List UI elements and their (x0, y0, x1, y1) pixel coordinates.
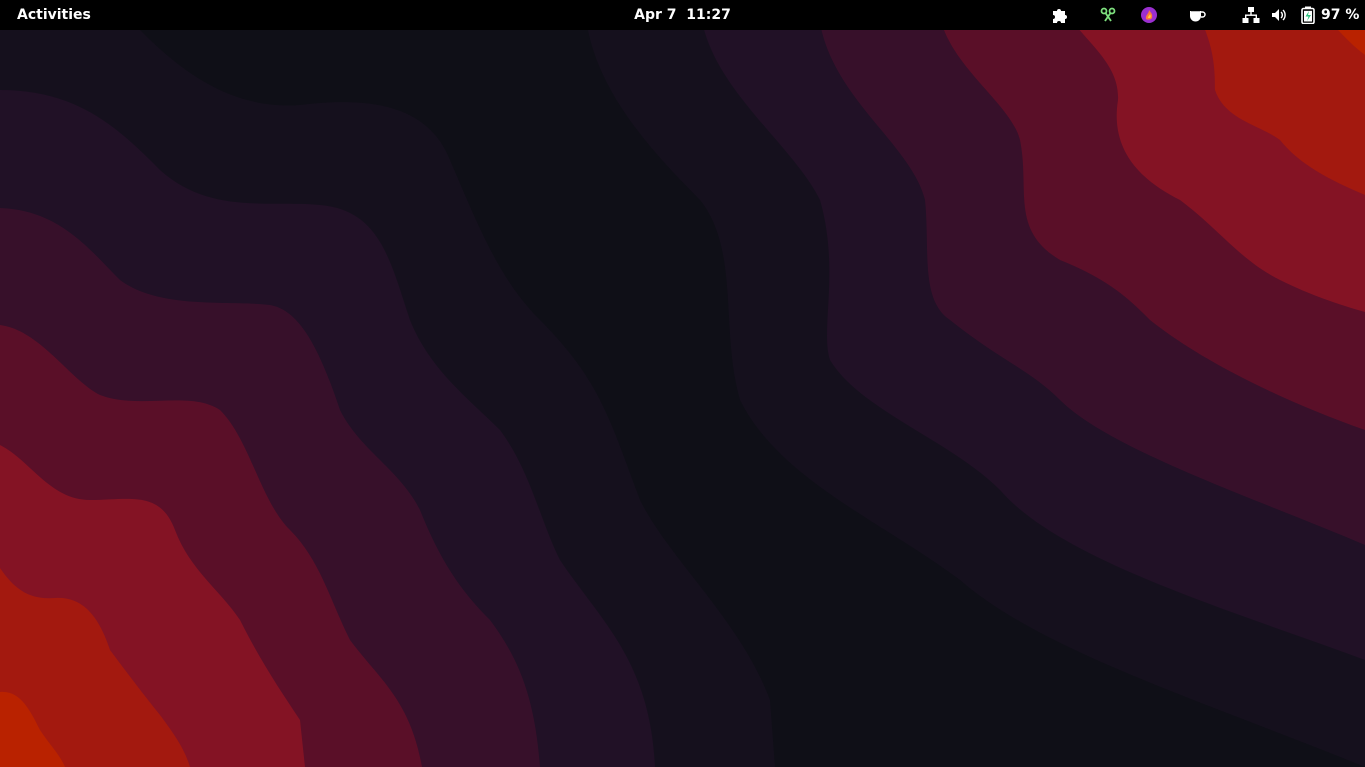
volume-icon-glyph (1272, 9, 1286, 21)
caffeine-cup-icon-glyph (1190, 10, 1206, 22)
battery-percentage: 97 % (1321, 7, 1360, 23)
clock-spacer (677, 7, 687, 23)
app-indicator-icon[interactable] (1139, 5, 1159, 25)
wallpaper (0, 0, 1365, 767)
caffeine-cup-icon[interactable] (1187, 5, 1207, 25)
desktop: Activities Apr 7 11:27 97 % (0, 0, 1365, 767)
activities-button[interactable]: Activities (8, 3, 100, 27)
extensions-puzzle-icon[interactable] (1050, 5, 1070, 25)
battery-charging-icon (1298, 5, 1318, 25)
clock-time: 11:27 (686, 7, 731, 23)
wired-network-icon (1241, 5, 1261, 25)
wired-network-icon-glyph (1242, 7, 1260, 23)
extensions-puzzle-icon-glyph (1053, 9, 1067, 23)
clock-date: Apr 7 (634, 7, 677, 23)
clock-button[interactable]: Apr 7 11:27 (630, 3, 735, 27)
clipboard-scissors-icon[interactable] (1098, 5, 1118, 25)
system-menu-button[interactable]: 97 % (1238, 3, 1360, 27)
volume-icon (1269, 5, 1289, 25)
battery-charging-icon-glyph (1301, 6, 1315, 24)
top-bar: Activities Apr 7 11:27 97 % (0, 0, 1365, 30)
app-indicator-icon-glyph (1141, 7, 1157, 23)
clipboard-scissors-icon-glyph (1100, 7, 1116, 22)
